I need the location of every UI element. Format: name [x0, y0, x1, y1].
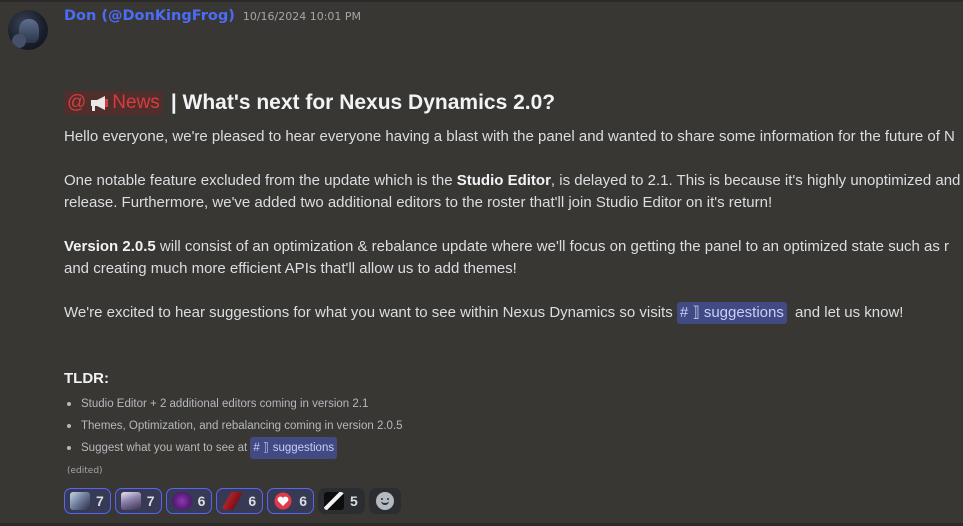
heart-emoji-icon — [274, 492, 292, 510]
paragraph-1: Hello everyone, we're pleased to hear ev… — [64, 128, 955, 145]
list-item-text: Themes, Optimization, and rebalancing co… — [81, 420, 403, 432]
reaction-count: 7 — [146, 493, 155, 509]
reaction-count: 7 — [96, 493, 104, 509]
paragraph-4: We're excited to hear suggestions for wh… — [64, 302, 903, 324]
tldr-list: Studio Editor + 2 additional editors com… — [64, 393, 403, 459]
user-avatar[interactable] — [8, 10, 48, 50]
message-title: @ News | What's next for Nexus Dynamics … — [64, 88, 555, 118]
paragraph-2: One notable feature excluded from the up… — [64, 170, 960, 214]
reaction-count: 6 — [248, 493, 257, 509]
paragraph-3: Version 2.0.5 will consist of an optimiz… — [64, 236, 949, 280]
smiley-add-icon — [375, 492, 394, 510]
bullet-icon — [67, 402, 71, 406]
channel-name: suggestions — [703, 304, 784, 321]
reaction-count: 6 — [197, 493, 206, 509]
reaction-count: 5 — [349, 493, 358, 509]
reactions-bar: 7 7 6 6 6 5 — [64, 488, 401, 514]
role-mention[interactable]: @ News — [64, 91, 163, 115]
megaphone-icon — [91, 96, 109, 111]
bullet-icon — [67, 446, 71, 450]
channel-icon: # ⟧ — [679, 304, 700, 321]
custom-emoji-6-icon — [323, 492, 344, 510]
custom-emoji-4-icon — [222, 492, 243, 510]
reaction-button[interactable]: 7 — [64, 488, 111, 514]
reaction-button[interactable]: 7 — [114, 488, 162, 514]
add-reaction-button[interactable] — [368, 488, 401, 514]
list-item-text: Suggest what you want to see at — [81, 442, 248, 454]
paragraph-4-post: and let us know! — [795, 304, 904, 321]
title-heading: | What's next for Nexus Dynamics 2.0? — [170, 91, 556, 114]
channel-name: suggestions — [272, 442, 335, 454]
reaction-button[interactable]: 6 — [165, 488, 213, 514]
custom-emoji-1-icon — [70, 492, 90, 510]
paragraph-3-line2: and creating much more efficient APIs th… — [64, 260, 517, 277]
paragraph-2-post: , is delayed to 2.1. This is because it'… — [550, 172, 961, 189]
paragraph-2-pre: One notable feature excluded from the up… — [64, 172, 457, 189]
suggestions-channel-link[interactable]: # ⟧ suggestions — [250, 437, 338, 459]
reaction-button[interactable]: 6 — [216, 488, 264, 514]
list-item: Themes, Optimization, and rebalancing co… — [64, 415, 403, 437]
studio-editor-bold: Studio Editor — [456, 172, 551, 189]
tldr-heading: TLDR: — [64, 370, 109, 387]
reaction-count: 6 — [299, 493, 307, 509]
list-item-text: Studio Editor + 2 additional editors com… — [81, 398, 369, 410]
list-item: Studio Editor + 2 additional editors com… — [64, 393, 403, 415]
custom-emoji-3-icon — [171, 492, 192, 510]
message-header: Don (@DonKingFrog) 10/16/2024 10:01 PM — [64, 8, 361, 30]
list-item: Suggest what you want to see at # ⟧ sugge… — [64, 437, 403, 459]
version-bold: Version 2.0.5 — [64, 238, 156, 255]
message-container: Don (@DonKingFrog) 10/16/2024 10:01 PM @… — [0, 0, 963, 526]
paragraph-4-pre: We're excited to hear suggestions for wh… — [64, 304, 673, 321]
avatar-figure-secondary — [12, 34, 26, 48]
reaction-button[interactable]: 5 — [317, 488, 365, 514]
channel-icon: # ⟧ — [253, 442, 269, 454]
suggestions-channel-link[interactable]: # ⟧ suggestions — [676, 302, 787, 324]
edited-label: (edited) — [67, 466, 103, 476]
bullet-icon — [67, 424, 71, 428]
role-at-sign: @ — [67, 92, 87, 113]
paragraph-3-post: will consist of an optimization & rebala… — [155, 238, 950, 255]
paragraph-2-line2: release. Furthermore, we've added two ad… — [64, 194, 773, 211]
custom-emoji-2-icon — [120, 492, 141, 510]
reaction-button[interactable]: 6 — [267, 488, 314, 514]
timestamp[interactable]: 10/16/2024 10:01 PM — [243, 10, 361, 23]
username[interactable]: Don (@DonKingFrog) — [64, 8, 235, 24]
role-name: News — [112, 92, 160, 113]
